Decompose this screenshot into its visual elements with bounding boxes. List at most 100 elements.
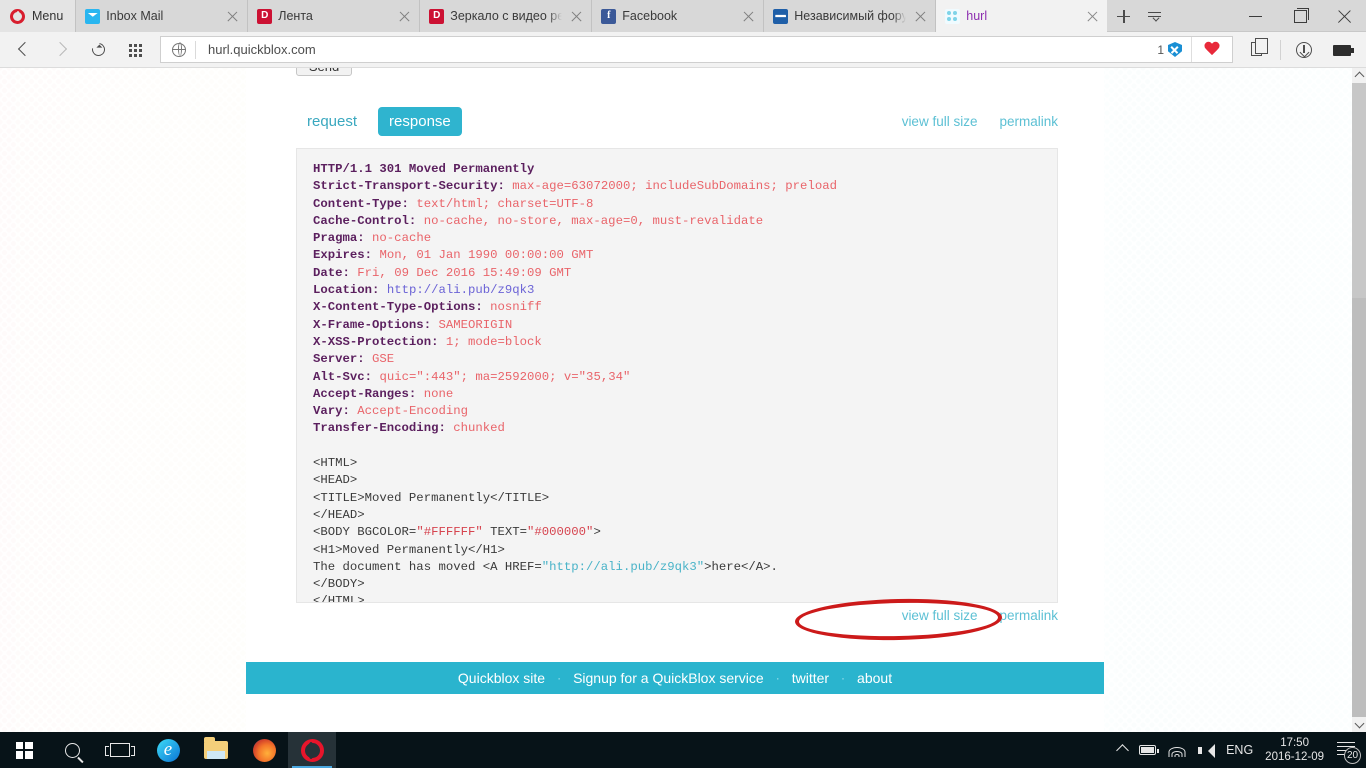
send-button[interactable]: Send [296,68,352,76]
explorer-button[interactable] [192,732,240,768]
body-attr-value: "#FFFFFF" [416,525,483,540]
header-row: Transfer-Encoding: chunked [313,421,505,435]
edge-button[interactable] [144,732,192,768]
battery-saver-button[interactable] [1324,35,1358,65]
new-tab-button[interactable] [1107,0,1139,32]
tab-request[interactable]: request [296,107,368,136]
pages-icon [1251,37,1268,56]
heart-icon [1204,42,1220,57]
copy-pages-button[interactable] [1240,35,1274,65]
footer-link-about[interactable]: about [857,670,892,686]
permalink-link-top[interactable]: permalink [999,114,1058,129]
header-row: X-XSS-Protection: 1; mode=block [313,335,542,349]
clock-time: 17:50 [1280,737,1309,749]
browser-window: Menu Inbox Mail D Лента D Зеркало с виде… [0,0,1366,768]
close-icon[interactable] [224,8,241,25]
footer-link-twitter[interactable]: twitter [792,670,829,686]
header-value: chunked [453,421,505,436]
response-code-block: HTTP/1.1 301 Moved Permanently Strict-Tr… [296,148,1058,603]
body-tag: The document has moved <A HREF= [313,559,542,574]
tab-response[interactable]: response [378,107,462,136]
minimize-button[interactable] [1234,0,1278,32]
close-icon[interactable] [740,8,757,25]
permalink-link-bottom[interactable]: permalink [999,608,1058,623]
edge-icon [156,738,180,762]
header-row: Content-Type: text/html; charset=UTF-8 [313,197,593,211]
notification-center-icon[interactable]: 20 [1336,741,1361,764]
header-name: Expires: [313,248,373,263]
header-name: Location: [313,283,380,298]
start-icon [15,741,33,759]
view-full-size-link-top[interactable]: view full size [902,114,978,129]
tab-inbox-mail[interactable]: Inbox Mail [75,0,248,32]
header-row: Cache-Control: no-cache, no-store, max-a… [313,214,763,228]
status-line: HTTP/1.1 301 Moved Permanently [313,162,535,176]
task-view-icon [105,743,135,757]
opera-taskbar-button[interactable] [288,732,336,768]
tab-zerkalo[interactable]: D Зеркало с видео регис [419,0,592,32]
header-name: Server: [313,352,365,367]
body-line: The document has moved <A HREF="http://a… [313,560,778,574]
battery-icon[interactable] [1139,745,1160,755]
header-value: quic=":443"; ma=2592000; v="35,34" [379,369,631,384]
back-button[interactable] [8,35,42,65]
search-button[interactable] [48,732,96,768]
header-value: text/html; charset=UTF-8 [416,196,594,211]
volume-icon[interactable] [1198,743,1216,758]
header-row: Expires: Mon, 01 Jan 1990 00:00:00 GMT [313,248,593,262]
show-hidden-icons-icon[interactable] [1116,743,1129,757]
language-indicator[interactable]: ENG [1226,743,1253,757]
maximize-button[interactable] [1278,0,1322,32]
tab-lenta[interactable]: D Лента [247,0,420,32]
header-row: Strict-Transport-Security: max-age=63072… [313,179,837,193]
url-bar[interactable]: hurl.quickblox.com 1 [160,36,1233,63]
scrollbar-thumb[interactable] [1352,83,1366,298]
window-controls [1234,0,1366,31]
speed-dial-button[interactable] [119,35,153,65]
scroll-up-icon[interactable] [1352,68,1366,83]
start-button[interactable] [0,732,48,768]
scrollbar-track[interactable] [1352,298,1366,717]
opera-menu-button[interactable]: Menu [0,0,76,32]
heart-button[interactable] [1192,36,1232,63]
footer-link-quickblox-site[interactable]: Quickblox site [458,670,545,686]
header-row: Accept-Ranges: none [313,387,453,401]
separator: · [557,671,562,685]
body-line: <HTML> [313,456,358,471]
close-icon[interactable] [912,8,929,25]
firefox-button[interactable] [240,732,288,768]
close-icon[interactable] [568,8,585,25]
header-name: Vary: [313,404,350,419]
clock[interactable]: 17:50 2016-12-09 [1265,736,1324,764]
footer-link-signup[interactable]: Signup for a QuickBlox service [573,670,764,686]
blocked-count: 1 [1157,42,1164,57]
scroll-down-icon[interactable] [1352,717,1366,732]
forward-button[interactable] [45,35,79,65]
page-scrollbar[interactable] [1352,68,1366,732]
body-url-value: "http://ali.pub/z9qk3" [541,559,705,574]
download-icon [1296,41,1312,58]
reload-button[interactable] [82,35,116,65]
task-view-button[interactable] [96,732,144,768]
url-input[interactable]: hurl.quickblox.com [196,42,1153,57]
close-icon[interactable] [396,8,413,25]
header-value: no-cache [372,231,432,246]
top-links: view full size permalink [902,114,1058,129]
ad-blocker-badge[interactable]: 1 [1153,42,1191,57]
tab-title: Зеркало с видео регис [450,9,562,23]
tab-hurl[interactable]: hurl [935,0,1108,32]
close-icon[interactable] [1084,8,1101,25]
tab-facebook[interactable]: f Facebook [591,0,764,32]
body-line: <TITLE>Moved Permanently</TITLE> [313,490,550,505]
notification-count-badge: 20 [1344,746,1361,764]
opera-logo-icon [10,8,25,24]
tab-forum[interactable]: Независимый форум п [763,0,936,32]
opera-menu-label: Menu [32,9,64,23]
wifi-icon[interactable] [1168,744,1186,757]
header-value-link[interactable]: http://ali.pub/z9qk3 [387,283,535,297]
request-response-tabs: request response [296,107,462,136]
header-name: Content-Type: [313,196,409,211]
downloads-button[interactable] [1287,35,1321,65]
tab-list-icon[interactable] [1139,0,1169,32]
close-window-button[interactable] [1322,0,1366,32]
